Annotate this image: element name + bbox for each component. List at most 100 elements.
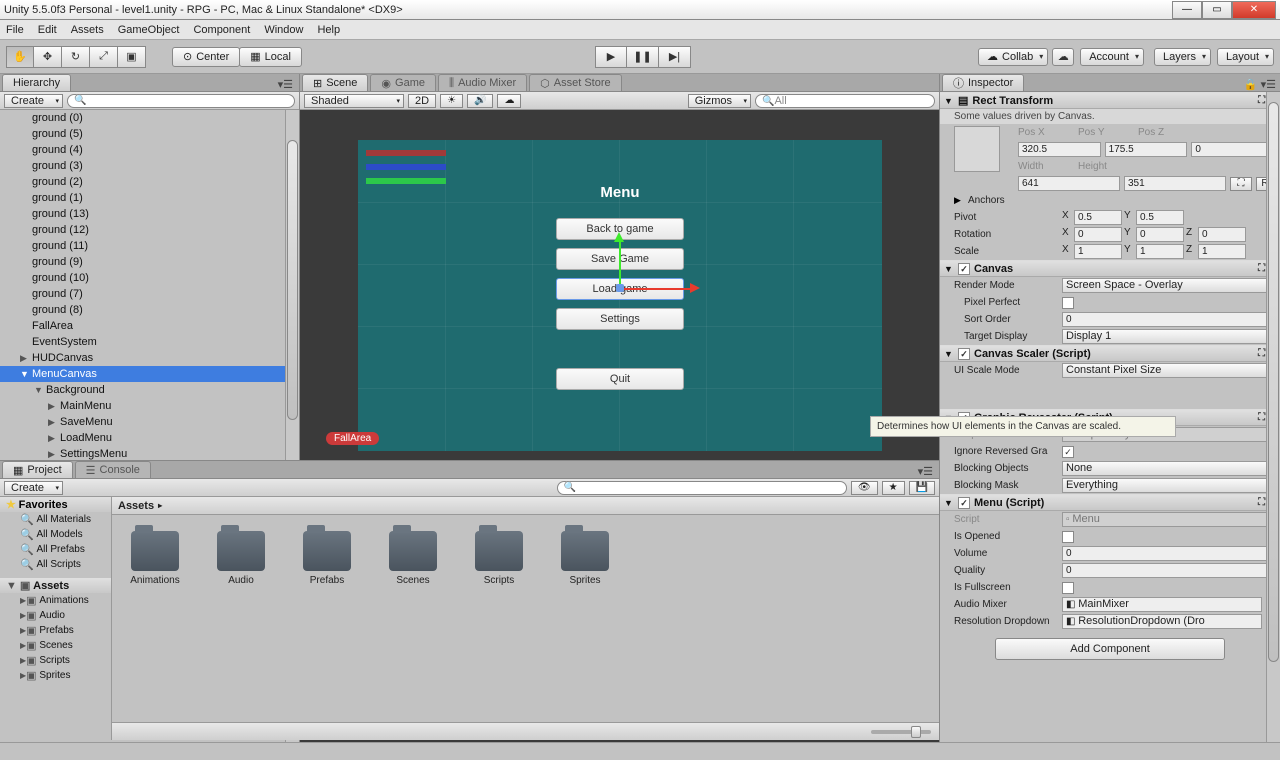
panel-menu-icon[interactable]: ▾☰ <box>272 78 299 91</box>
project-search-input[interactable]: 🔍 <box>557 481 847 495</box>
hierarchy-item[interactable]: ground (7) <box>0 286 299 302</box>
panel-menu-icon[interactable]: ▾☰ <box>912 465 939 478</box>
window-minimize-button[interactable]: — <box>1172 1 1202 19</box>
hierarchy-item[interactable]: ground (11) <box>0 238 299 254</box>
layout-dropdown[interactable]: Layout <box>1217 48 1274 66</box>
search-filter-button[interactable]: 👁 <box>851 481 878 495</box>
cloud-button[interactable]: ☁ <box>1052 48 1074 66</box>
pause-button[interactable]: ❚❚ <box>627 46 659 68</box>
menu-gameobject[interactable]: GameObject <box>118 24 180 36</box>
folder-item[interactable]: Audio <box>208 531 274 586</box>
menu-edit[interactable]: Edit <box>38 24 57 36</box>
scene-fx-toggle[interactable]: ☁ <box>497 94 521 108</box>
folder-item[interactable]: Scripts <box>466 531 532 586</box>
asset-folder-item[interactable]: ▶ ▣ Scenes <box>0 638 111 653</box>
folder-item[interactable]: Scenes <box>380 531 446 586</box>
hierarchy-item[interactable]: ground (12) <box>0 222 299 238</box>
scaler-enabled-checkbox[interactable] <box>958 348 970 360</box>
icon-size-slider[interactable] <box>871 730 931 734</box>
search-save-button[interactable]: 💾 <box>909 481 935 495</box>
step-button[interactable]: ▶| <box>659 46 691 68</box>
scene-audio-toggle[interactable]: 🔊 <box>467 94 493 108</box>
hierarchy-item[interactable]: ground (10) <box>0 270 299 286</box>
blocking-objects-dropdown[interactable]: None <box>1062 461 1274 476</box>
pivot-center-button[interactable]: ⊙Center <box>172 47 240 67</box>
asset-folder-item[interactable]: ▶ ▣ Scripts <box>0 653 111 668</box>
resolution-dropdown-field[interactable]: ◧ ResolutionDropdown (Dro <box>1062 614 1262 629</box>
audio-mixer-tab[interactable]: ⫼ Audio Mixer <box>438 74 527 91</box>
menu-help[interactable]: Help <box>317 24 340 36</box>
window-close-button[interactable]: ✕ <box>1232 1 1276 19</box>
quality-input[interactable] <box>1062 563 1274 578</box>
gizmos-dropdown[interactable]: Gizmos <box>688 94 751 108</box>
scene-tab[interactable]: ⊞ Scene <box>302 74 368 91</box>
project-breadcrumb[interactable]: Assets ▸ <box>112 497 939 515</box>
hierarchy-item[interactable]: ground (8) <box>0 302 299 318</box>
target-display-dropdown[interactable]: Display 1 <box>1062 329 1274 344</box>
hierarchy-item[interactable]: ▶SaveMenu <box>0 414 299 430</box>
search-filter-button[interactable]: ★ <box>882 481 905 495</box>
hierarchy-item[interactable]: ground (9) <box>0 254 299 270</box>
asset-store-tab[interactable]: ⬡ Asset Store <box>529 74 621 91</box>
mode-2d-button[interactable]: 2D <box>408 94 436 108</box>
hierarchy-item[interactable]: ground (13) <box>0 206 299 222</box>
scl-z-input[interactable] <box>1198 244 1246 259</box>
width-input[interactable] <box>1018 176 1120 191</box>
ignore-reversed-checkbox[interactable] <box>1062 446 1074 458</box>
menu-file[interactable]: File <box>6 24 24 36</box>
pos-x-input[interactable] <box>1018 142 1101 157</box>
inspector-scrollbar[interactable] <box>1266 92 1280 760</box>
shading-dropdown[interactable]: Shaded <box>304 94 404 108</box>
blueprint-button[interactable]: ⛶ <box>1230 177 1252 191</box>
scene-search-input[interactable]: 🔍All <box>755 94 935 108</box>
add-component-button[interactable]: Add Component <box>995 638 1225 660</box>
is-opened-checkbox[interactable] <box>1062 531 1074 543</box>
anchor-preset-button[interactable] <box>954 126 1000 172</box>
favorite-item[interactable]: 🔍 All Models <box>0 527 111 542</box>
tool-hand-button[interactable]: ✋ <box>6 46 34 68</box>
blocking-mask-dropdown[interactable]: Everything <box>1062 478 1274 493</box>
inspector-tab[interactable]: ⓘ Inspector <box>942 74 1024 91</box>
menu-window[interactable]: Window <box>264 24 303 36</box>
menu-component[interactable]: Component <box>193 24 250 36</box>
canvas-enabled-checkbox[interactable] <box>958 263 970 275</box>
pivot-x-input[interactable] <box>1074 210 1122 225</box>
tool-scale-button[interactable]: ⤢ <box>90 46 118 68</box>
pos-z-input[interactable] <box>1191 142 1274 157</box>
asset-folder-item[interactable]: ▶ ▣ Prefabs <box>0 623 111 638</box>
game-tab[interactable]: ◉ Game <box>370 74 436 91</box>
scl-y-input[interactable] <box>1136 244 1184 259</box>
hierarchy-item[interactable]: ground (4) <box>0 142 299 158</box>
rot-y-input[interactable] <box>1136 227 1184 242</box>
hierarchy-item[interactable]: ▼Background <box>0 382 299 398</box>
layers-dropdown[interactable]: Layers <box>1154 48 1211 66</box>
folder-item[interactable]: Animations <box>122 531 188 586</box>
folder-item[interactable]: Sprites <box>552 531 618 586</box>
height-input[interactable] <box>1124 176 1226 191</box>
pos-y-input[interactable] <box>1105 142 1188 157</box>
scl-x-input[interactable] <box>1074 244 1122 259</box>
menu-quit-button[interactable]: Quit <box>556 368 684 390</box>
ui-scale-mode-dropdown[interactable]: Constant Pixel Size <box>1062 363 1274 378</box>
tool-move-button[interactable]: ✥ <box>34 46 62 68</box>
render-mode-dropdown[interactable]: Screen Space - Overlay <box>1062 278 1274 293</box>
favorite-item[interactable]: 🔍 All Scripts <box>0 557 111 572</box>
hierarchy-item[interactable]: ▶MainMenu <box>0 398 299 414</box>
tool-rect-button[interactable]: ▣ <box>118 46 146 68</box>
project-tab[interactable]: ▦ Project <box>2 461 73 478</box>
hierarchy-item[interactable]: ground (0) <box>0 110 299 126</box>
account-dropdown[interactable]: Account <box>1080 48 1144 66</box>
is-fullscreen-checkbox[interactable] <box>1062 582 1074 594</box>
hierarchy-item[interactable]: ground (1) <box>0 190 299 206</box>
pivot-y-input[interactable] <box>1136 210 1184 225</box>
hierarchy-create-dropdown[interactable]: Create <box>4 94 63 108</box>
hierarchy-item[interactable]: ground (3) <box>0 158 299 174</box>
favorite-item[interactable]: 🔍 All Materials <box>0 512 111 527</box>
play-button[interactable]: ▶ <box>595 46 627 68</box>
hierarchy-item[interactable]: ▼MenuCanvas <box>0 366 299 382</box>
rot-x-input[interactable] <box>1074 227 1122 242</box>
hierarchy-item[interactable]: ▶LoadMenu <box>0 430 299 446</box>
hierarchy-item[interactable]: ground (2) <box>0 174 299 190</box>
hierarchy-item[interactable]: ▶HUDCanvas <box>0 350 299 366</box>
sort-order-input[interactable] <box>1062 312 1274 327</box>
